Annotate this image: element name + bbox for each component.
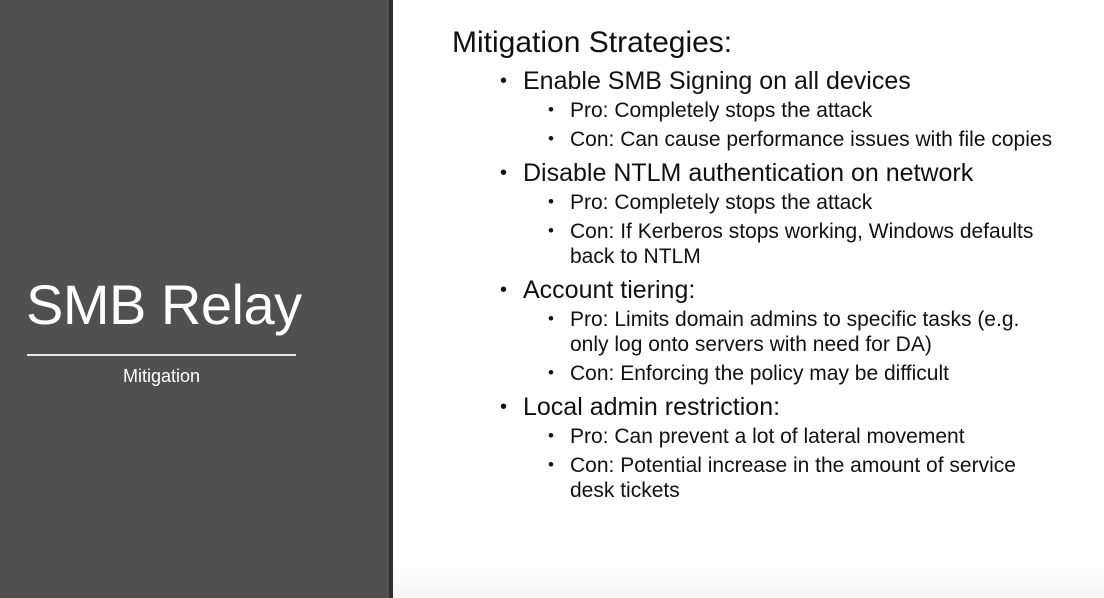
point-text: Con: Enforcing the policy may be difficu… (570, 362, 949, 385)
point-item: • Con: Can cause performance issues with… (523, 127, 1092, 152)
point-text: Pro: Completely stops the attack (570, 99, 873, 122)
strategy-item: • Account tiering: • Pro: Limits domain … (452, 273, 1092, 386)
bullet-icon: • (500, 162, 508, 184)
point-item: • Pro: Completely stops the attack (523, 98, 1092, 123)
strategy-label: Enable SMB Signing on all devices (523, 67, 911, 95)
point-item: • Pro: Can prevent a lot of lateral move… (523, 424, 1092, 449)
point-text: Pro: Limits domain admins to specific ta… (570, 308, 1020, 356)
point-text: Pro: Can prevent a lot of lateral moveme… (570, 425, 965, 448)
bullet-icon: • (548, 309, 554, 328)
title-divider (27, 354, 296, 356)
strategy-item: • Enable SMB Signing on all devices • Pr… (452, 64, 1092, 152)
content-area: Mitigation Strategies: • Enable SMB Sign… (452, 22, 1092, 507)
title-panel: SMB Relay Mitigation (0, 0, 389, 598)
bullet-icon: • (500, 70, 508, 92)
slide-subtitle: Mitigation (122, 366, 201, 386)
point-item: • Con: Enforcing the policy may be diffi… (523, 361, 1092, 386)
strategy-label: Account tiering: (523, 276, 696, 304)
point-list: • Pro: Completely stops the attack • Con… (523, 190, 1092, 269)
bullet-icon: • (548, 221, 554, 240)
strategy-list: • Enable SMB Signing on all devices • Pr… (452, 64, 1092, 503)
point-list: • Pro: Completely stops the attack • Con… (523, 98, 1092, 152)
point-text: Con: If Kerberos stops working, Windows … (570, 220, 1034, 268)
point-item: • Con: If Kerberos stops working, Window… (523, 219, 1092, 269)
point-item: • Pro: Completely stops the attack (523, 190, 1092, 215)
bullet-icon: • (548, 363, 554, 382)
panel-divider (389, 0, 393, 598)
strategy-label: Disable NTLM authentication on network (523, 159, 974, 187)
point-list: • Pro: Can prevent a lot of lateral move… (523, 424, 1092, 503)
bullet-icon: • (500, 279, 508, 301)
bullet-icon: • (548, 129, 554, 148)
point-item: • Pro: Limits domain admins to specific … (523, 307, 1092, 357)
bottom-fade (393, 558, 1104, 598)
point-list: • Pro: Limits domain admins to specific … (523, 307, 1092, 386)
point-text: Pro: Completely stops the attack (570, 191, 873, 214)
slide-title: SMB Relay (26, 273, 302, 336)
point-item: • Con: Potential increase in the amount … (523, 453, 1092, 503)
strategy-item: • Local admin restriction: • Pro: Can pr… (452, 390, 1092, 503)
point-text: Con: Can cause performance issues with f… (570, 128, 1053, 151)
strategy-label: Local admin restriction: (523, 393, 781, 421)
point-text: Con: Potential increase in the amount of… (570, 454, 1016, 502)
strategy-item: • Disable NTLM authentication on network… (452, 156, 1092, 269)
bullet-icon: • (500, 396, 508, 418)
content-heading: Mitigation Strategies: (452, 26, 733, 59)
bullet-icon: • (548, 455, 554, 474)
slide: SMB Relay Mitigation Mitigation Strategi… (0, 0, 1104, 598)
